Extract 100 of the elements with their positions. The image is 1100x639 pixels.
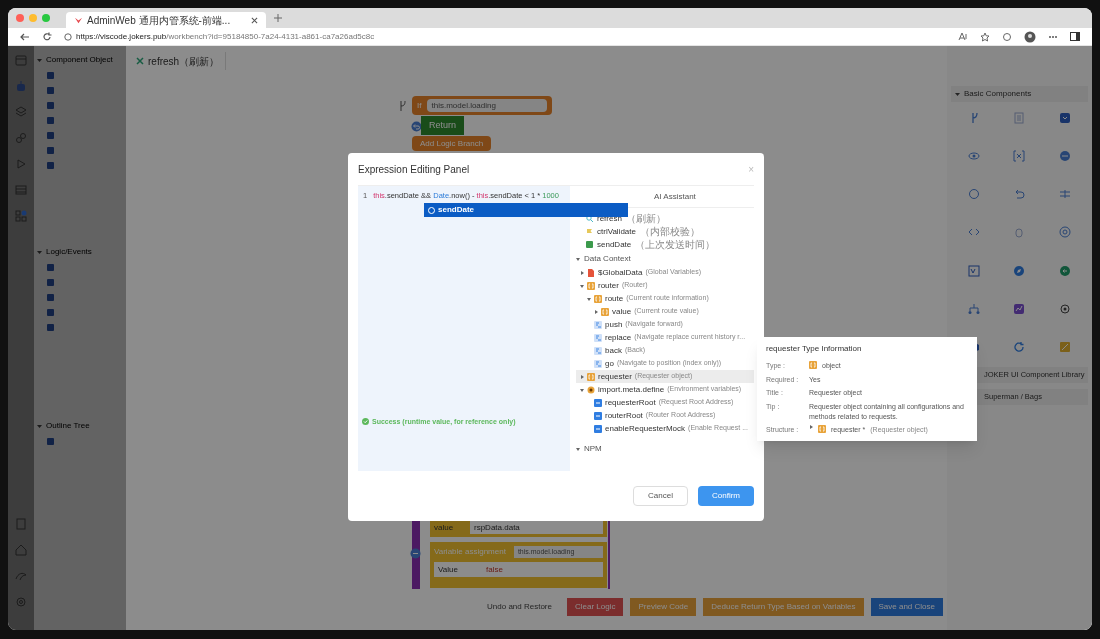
string-type-icon	[594, 398, 602, 407]
method-icon	[594, 320, 602, 329]
tree-node-icon[interactable]	[47, 309, 54, 316]
layers-icon[interactable]	[15, 106, 27, 118]
sun-icon	[587, 385, 595, 394]
close-tab-icon[interactable]	[251, 16, 258, 24]
target-icon[interactable]	[1059, 226, 1072, 239]
link-icon[interactable]	[15, 132, 27, 144]
tree-node-icon[interactable]	[47, 324, 54, 331]
caret-icon[interactable]	[37, 57, 42, 63]
caret-right-icon[interactable]	[580, 270, 584, 275]
section-title: Component Object	[46, 54, 113, 66]
robot-icon[interactable]	[15, 80, 27, 92]
braces-icon	[594, 294, 602, 303]
branch-icon	[398, 100, 408, 112]
return-icon[interactable]	[1013, 188, 1026, 201]
edit-icon[interactable]	[1059, 340, 1072, 353]
gear-icon[interactable]	[1059, 302, 1072, 315]
caret-down-icon[interactable]	[580, 283, 584, 288]
star-icon[interactable]	[980, 31, 990, 42]
tree-node-icon[interactable]	[47, 162, 54, 169]
book-icon[interactable]	[15, 518, 27, 530]
caret-down-icon[interactable]	[576, 256, 580, 261]
member-item[interactable]: ctrlValidate （内部校验）	[576, 225, 754, 238]
value-field[interactable]: rspData.data	[470, 521, 603, 534]
member-item[interactable]: sendDate （上次发送时间）	[576, 238, 754, 251]
address-bar[interactable]: https://viscode.jokers.pub/workbench?id=95184850-7a24-4131-a861-ca7a26ad5c8c	[64, 30, 946, 43]
tree-node-icon[interactable]	[47, 117, 54, 124]
compass-icon[interactable]	[1013, 264, 1026, 277]
number-type-icon	[586, 241, 593, 248]
panel-icon[interactable]	[15, 54, 27, 66]
caret-right-icon[interactable]	[809, 424, 813, 429]
tree-node-icon[interactable]	[47, 294, 54, 301]
string-type-icon	[594, 411, 602, 420]
dialog-title: Expression Editing Panel	[358, 162, 470, 177]
refresh-icon[interactable]	[1013, 340, 1026, 353]
play-icon[interactable]	[15, 158, 27, 170]
caret-right-icon[interactable]	[594, 309, 598, 314]
flag-icon	[586, 228, 593, 235]
home-icon[interactable]	[15, 544, 27, 556]
eye-icon[interactable]	[967, 150, 980, 163]
settings-icon[interactable]	[15, 596, 27, 608]
caret-down-icon[interactable]	[576, 446, 580, 451]
caret-down-icon[interactable]	[587, 296, 591, 301]
tree-node-icon[interactable]	[47, 72, 54, 79]
reload-icon[interactable]	[42, 31, 52, 42]
block-label: Variable assignment	[434, 546, 506, 558]
chart-icon[interactable]	[1013, 302, 1026, 315]
tree-node-icon[interactable]	[47, 132, 54, 139]
loop-icon[interactable]	[967, 188, 980, 201]
brackets-icon[interactable]	[1013, 150, 1026, 163]
file-icon	[587, 268, 595, 277]
success-icon	[362, 418, 369, 426]
row-label: value	[434, 521, 455, 534]
browser-tab[interactable]: AdminWeb 通用内管系统-前端...	[66, 12, 266, 28]
suggestion-item[interactable]: sendDate	[424, 203, 628, 217]
braces-icon	[587, 281, 595, 290]
braces-icon	[809, 361, 817, 369]
tree-node-icon[interactable]	[47, 147, 54, 154]
profile-icon[interactable]	[1024, 30, 1036, 43]
tree-node-icon[interactable]	[47, 438, 54, 445]
tree-node-icon[interactable]	[47, 279, 54, 286]
new-tab-icon[interactable]	[274, 14, 282, 22]
document-icon[interactable]	[1013, 112, 1026, 124]
caret-down-icon[interactable]	[580, 387, 584, 392]
tab[interactable]: AI Assistant	[640, 191, 710, 207]
section-header[interactable]: Basic Components	[951, 86, 1088, 102]
logo-icon	[74, 15, 83, 25]
sidebar-icon[interactable]	[1070, 32, 1080, 41]
method-icon	[594, 359, 602, 368]
caret-right-icon[interactable]	[580, 374, 584, 379]
method-icon	[594, 346, 602, 355]
square-icon[interactable]	[967, 264, 980, 277]
value-text[interactable]: false	[486, 563, 503, 576]
shield-icon[interactable]	[1059, 112, 1072, 124]
section-header[interactable]: Data Context	[576, 251, 754, 266]
caret-icon[interactable]	[37, 249, 42, 255]
braces-icon	[818, 424, 826, 433]
condition-field[interactable]: this.model.loading	[427, 99, 547, 112]
more-icon[interactable]	[1048, 34, 1058, 39]
caret-icon[interactable]	[37, 423, 42, 429]
method-icon	[594, 333, 602, 342]
block-label: If	[417, 99, 422, 112]
grid-icon[interactable]	[15, 210, 27, 222]
back-icon[interactable]	[20, 31, 30, 42]
undo-icon	[411, 121, 422, 132]
canvas-tab[interactable]: refresh（刷新）	[130, 52, 227, 70]
close-window-icon[interactable]	[16, 14, 24, 22]
break-icon[interactable]	[1059, 188, 1072, 201]
table-icon[interactable]	[15, 184, 27, 196]
read-aloud-icon[interactable]	[958, 32, 968, 41]
maximize-window-icon[interactable]	[42, 14, 50, 22]
tree-node-icon[interactable]	[47, 87, 54, 94]
dialog-button[interactable]: Cancel	[633, 486, 688, 506]
tree-node-icon[interactable]	[47, 264, 54, 271]
tree-node-icon[interactable]	[47, 102, 54, 109]
action-button[interactable]: Undo and Restore	[479, 598, 560, 616]
braces-icon	[587, 372, 595, 381]
section-header[interactable]: NPM	[576, 441, 754, 456]
tree-icon[interactable]	[967, 302, 980, 315]
